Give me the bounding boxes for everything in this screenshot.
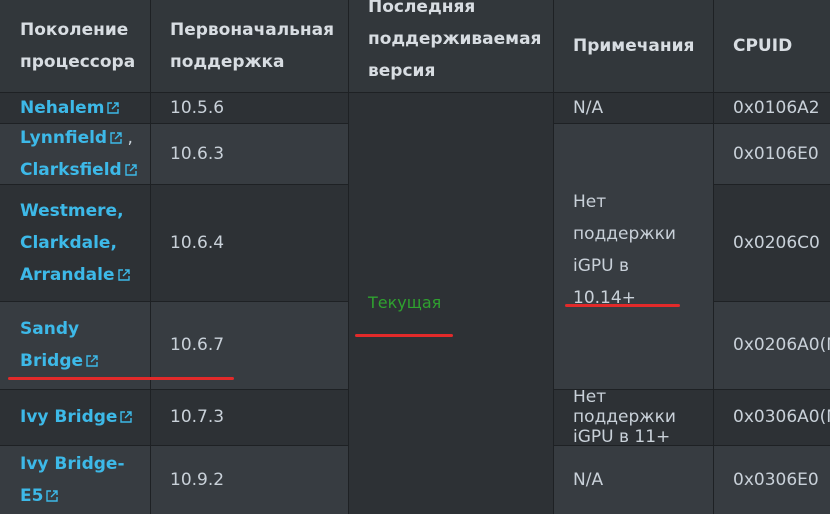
cpuid-value: 0x0106E0 [733,143,819,164]
external-link-icon [120,411,133,423]
cpuid-value: 0x0206A0(M [733,335,830,355]
cell-initial-0: 10.5.6 [150,92,348,123]
initial-version: 10.6.3 [170,143,225,164]
external-link-icon [86,355,98,367]
header-cpuid: CPUID [713,0,830,92]
column-divider [713,0,714,514]
cell-cpuid-1: 0x0106E0 [713,123,830,184]
cell-last-version-merged: Текущая [348,92,553,514]
external-link-icon [107,101,120,114]
note-text: N/A [573,469,604,490]
note-line: Нет [573,192,607,212]
cell-notes-4: Нет поддержки iGPU в 11+ [553,387,713,447]
cpuid-value: 0x0306A0(M [733,407,830,427]
link-lynnfield[interactable]: Lynnfield [20,128,122,148]
external-link-icon [110,131,122,144]
link-arrandale[interactable]: Arrandale [20,265,130,285]
link-ivy-bridge[interactable]: Ivy Bridge [20,401,133,433]
link-bridge[interactable]: Bridge [20,351,98,371]
link-westmere[interactable]: Westmere, [20,201,124,221]
cpuid-value: 0x0106A2 [733,97,820,118]
external-link-icon [125,163,137,176]
cell-notes-5: N/A [553,445,713,514]
cell-cpuid-0: 0x0106A2 [713,92,830,123]
row-divider [553,389,830,390]
initial-version: 10.6.4 [170,232,225,253]
row-divider [0,184,348,185]
annotation-underline-current [355,334,453,337]
header-generation: Поколение процессора [0,0,150,92]
note-line: iGPU в [573,256,630,276]
table-row-gen-nehalem: Nehalem [0,92,150,123]
header-last-label: Последняя поддерживаемая версия [368,0,542,81]
note-text: Нет поддержки iGPU в 11+ [573,387,676,447]
external-link-icon [117,268,130,281]
annotation-underline-igpu-note [565,304,680,307]
cpuid-value: 0x0306E0 [733,469,819,490]
table-row-gen-lynnfield: Lynnfield , Clarksfield [0,123,150,184]
column-divider [553,0,554,514]
cell-notes-merged: Нет поддержки iGPU в 10.14+ [553,123,713,389]
row-divider [0,123,348,124]
table-row-gen-westmere: Westmere, Clarkdale, Arrandale [0,184,150,301]
row-divider [553,123,830,124]
header-initial-label: Первоначальная поддержка [170,20,335,72]
cell-initial-5: 10.9.2 [150,445,348,514]
initial-version: 10.5.6 [170,97,225,118]
column-divider [348,0,349,514]
cell-cpuid-5: 0x0306E0 [713,445,830,514]
note-line: поддержки [573,224,676,244]
table-row-gen-ivy-bridge-e5: Ivy Bridge- E5 [0,445,150,514]
row-divider [713,301,830,302]
cell-cpuid-3: 0x0206A0(M [713,301,830,389]
header-notes: Примечания [553,0,713,92]
row-divider [0,445,348,446]
header-generation-label: Поколение процессора [20,20,136,72]
cpuid-value: 0x0206C0 [733,232,820,253]
row-divider [0,389,348,390]
annotation-underline-sandy-bridge [8,377,234,380]
link-clarksfield[interactable]: Clarksfield [20,160,137,180]
link-nehalem[interactable]: Nehalem [20,92,120,124]
table-row-gen-sandy-bridge: Sandy Bridge [0,301,150,389]
link-e5[interactable]: E5 [20,486,59,506]
current-version-label: Текущая [368,293,442,312]
cell-initial-1: 10.6.3 [150,123,348,184]
row-divider [0,301,348,302]
column-divider [150,0,151,514]
initial-version: 10.9.2 [170,469,225,490]
row-divider [0,92,830,93]
table-row-gen-ivy-bridge: Ivy Bridge [0,389,150,445]
cell-initial-2: 10.6.4 [150,184,348,301]
cell-notes-0: N/A [553,92,713,123]
link-sandy[interactable]: Sandy [20,319,79,339]
cell-initial-4: 10.7.3 [150,389,348,445]
header-cpuid-label: CPUID [733,36,793,56]
header-initial-support: Первоначальная поддержка [150,0,348,92]
comma-separator: , [127,127,133,148]
header-notes-label: Примечания [573,36,695,56]
cell-cpuid-4: 0x0306A0(M [713,389,830,445]
header-last-version: Последняя поддерживаемая версия [348,0,553,92]
initial-version: 10.7.3 [170,407,225,427]
row-divider [713,184,830,185]
external-link-icon [46,489,59,502]
cell-cpuid-2: 0x0206C0 [713,184,830,301]
link-clarkdale[interactable]: Clarkdale, [20,233,117,253]
row-divider [553,445,830,446]
initial-version: 10.6.7 [170,335,225,355]
note-text: N/A [573,97,604,118]
link-ivy-bridge-e5[interactable]: Ivy Bridge- [20,454,125,474]
cell-initial-3: 10.6.7 [150,301,348,389]
